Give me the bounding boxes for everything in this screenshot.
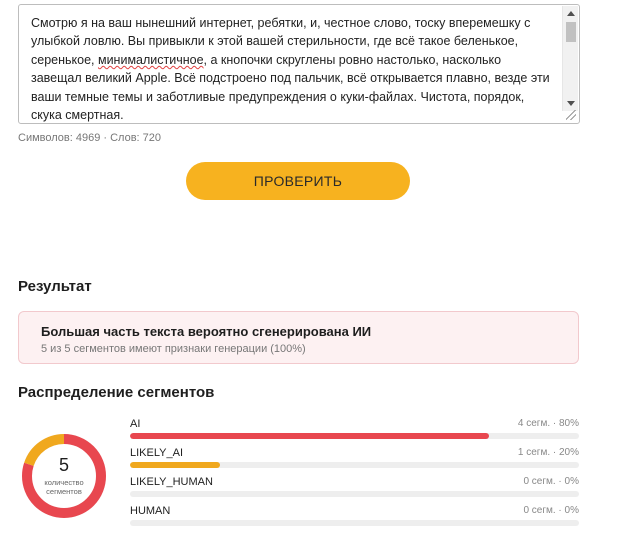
segments-donut-chart — [22, 434, 106, 518]
segment-bar-fill — [130, 433, 490, 439]
donut-label-line-1: количество — [44, 478, 84, 487]
distribution-heading: Распределение сегментов — [18, 384, 215, 401]
result-subtext: 5 из 5 сегментов имеют признаки генераци… — [41, 343, 306, 355]
resize-handle-icon[interactable] — [566, 110, 576, 120]
result-headline: Большая часть текста вероятно сгенериров… — [41, 324, 372, 339]
scroll-up-arrow-icon[interactable] — [567, 11, 575, 16]
scroll-down-arrow-icon[interactable] — [567, 101, 575, 106]
segment-bar-track — [130, 491, 579, 497]
segment-count: 0 сегм. · 0% — [523, 505, 579, 516]
scroll-thumb[interactable] — [566, 22, 576, 42]
segment-label: HUMAN — [130, 505, 171, 517]
text-spellcheck-word: минималистичное — [97, 52, 204, 67]
segment-row: AI 4 сегм. · 80% — [130, 418, 579, 444]
donut-total-label: количество сегментов — [22, 478, 106, 496]
segment-row: LIKELY_AI 1 сегм. · 20% — [130, 447, 579, 473]
text-input-area[interactable]: Смотрю я на ваш нынешний интернет, ребят… — [18, 4, 580, 124]
donut-total-count: 5 — [58, 455, 69, 475]
segment-label: LIKELY_AI — [130, 447, 183, 459]
donut-label-line-2: сегментов — [46, 487, 82, 496]
segment-bar-fill — [130, 462, 220, 468]
segment-row: HUMAN 0 сегм. · 0% — [130, 505, 579, 531]
text-stats: Символов: 4969 · Слов: 720 — [18, 132, 162, 144]
segment-label: AI — [130, 418, 141, 430]
segment-count: 4 сегм. · 80% — [517, 418, 579, 429]
segment-row: LIKELY_HUMAN 0 сегм. · 0% — [130, 476, 579, 502]
segment-bar-track — [130, 520, 579, 526]
check-button[interactable]: ПРОВЕРИТЬ — [186, 162, 410, 200]
text-input-content[interactable]: Смотрю я на ваш нынешний интернет, ребят… — [31, 14, 555, 124]
segment-label: LIKELY_HUMAN — [130, 476, 213, 488]
segment-count: 1 сегм. · 20% — [517, 447, 579, 458]
result-heading: Результат — [18, 278, 92, 295]
segment-bar-track — [130, 462, 579, 468]
segment-bar-track — [130, 433, 579, 439]
segment-count: 0 сегм. · 0% — [523, 476, 579, 487]
textarea-scrollbar[interactable] — [562, 6, 578, 111]
result-box: Большая часть текста вероятно сгенериров… — [18, 311, 579, 364]
